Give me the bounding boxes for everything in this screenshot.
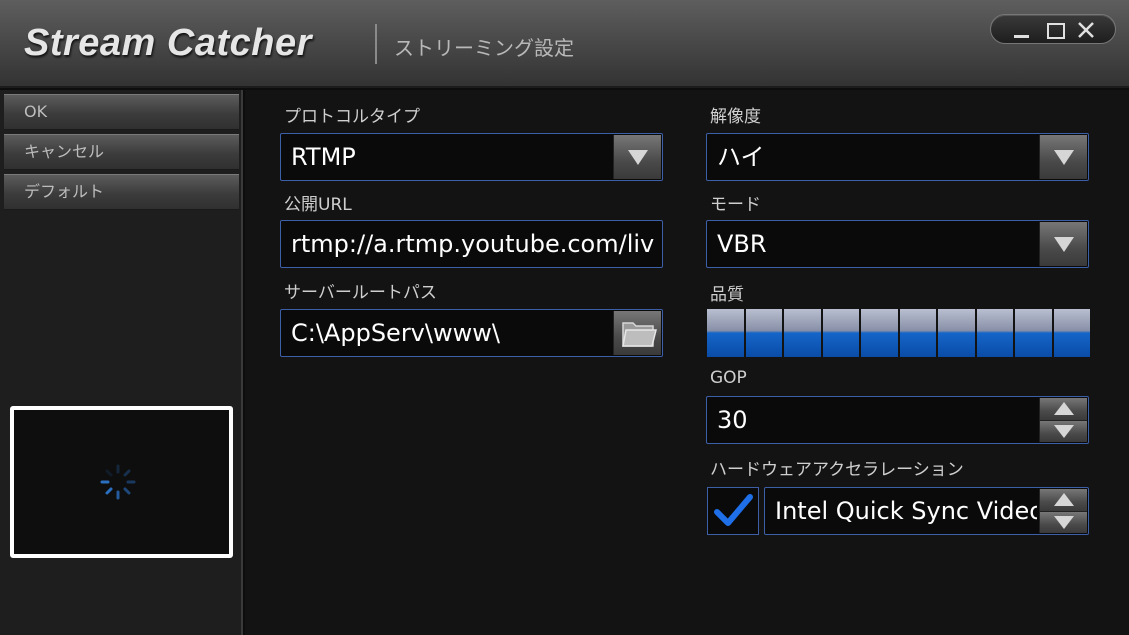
window-controls [990, 14, 1116, 44]
mode-value: VBR [717, 230, 767, 258]
sidebar: OK キャンセル デフォルト [0, 90, 243, 635]
quality-segment[interactable] [784, 309, 821, 357]
server-root-input[interactable]: C:\AppServ\www\ [280, 309, 663, 357]
public-url-label: 公開URL [284, 195, 352, 215]
checkmark-icon [714, 494, 753, 526]
chevron-down-icon[interactable] [613, 135, 661, 179]
resolution-select[interactable]: ハイ [706, 133, 1089, 181]
mode-label: モード [710, 195, 761, 215]
server-root-label: サーバールートパス [284, 283, 437, 303]
protocol-value: RTMP [291, 143, 356, 171]
window-subtitle: ストリーミング設定 [394, 36, 574, 60]
resolution-value: ハイ [717, 143, 765, 171]
quality-segment[interactable] [745, 309, 782, 357]
loading-spinner-icon [100, 464, 136, 500]
hw-accel-prev-button[interactable] [1039, 489, 1087, 511]
default-button[interactable]: デフォルト [4, 174, 239, 210]
quality-segment[interactable] [938, 309, 975, 357]
gop-value: 30 [717, 406, 748, 434]
hw-accel-value: Intel Quick Sync Video [775, 497, 1037, 525]
hw-accel-label: ハードウェアアクセラレーション [710, 460, 964, 480]
chevron-down-icon[interactable] [1039, 222, 1087, 266]
mode-select[interactable]: VBR [706, 220, 1089, 268]
gop-decrement-button[interactable] [1039, 420, 1087, 442]
settings-form: プロトコルタイプ RTMP 公開URL rtmp://a.rtmp.youtub… [245, 90, 1129, 635]
quality-segment[interactable] [861, 309, 898, 357]
quality-segment[interactable] [899, 309, 936, 357]
quality-label: 品質 [710, 285, 744, 305]
maximize-button[interactable] [1041, 18, 1067, 42]
public-url-value: rtmp://a.rtmp.youtube.com/liv [291, 230, 655, 258]
preview-panel [10, 406, 233, 558]
quality-segment[interactable] [1053, 309, 1090, 357]
quality-segment[interactable] [822, 309, 859, 357]
title-bar: Stream Catcher ストリーミング設定 [0, 0, 1129, 88]
quality-segment[interactable] [707, 309, 744, 357]
minimize-button[interactable] [1008, 18, 1034, 42]
quality-slider[interactable] [707, 309, 1090, 357]
close-icon [1078, 22, 1094, 38]
cancel-button[interactable]: キャンセル [4, 134, 239, 170]
public-url-input[interactable]: rtmp://a.rtmp.youtube.com/liv [280, 220, 663, 268]
quality-segment[interactable] [1015, 309, 1052, 357]
folder-icon [622, 322, 657, 347]
quality-segment[interactable] [976, 309, 1013, 357]
hw-accel-next-button[interactable] [1039, 511, 1087, 533]
hw-accel-select[interactable]: Intel Quick Sync Video [764, 487, 1089, 535]
resolution-label: 解像度 [710, 107, 761, 127]
chevron-down-icon[interactable] [1039, 135, 1087, 179]
title-separator [375, 24, 377, 64]
ok-button[interactable]: OK [4, 94, 239, 130]
server-root-value: C:\AppServ\www\ [291, 319, 500, 347]
protocol-select[interactable]: RTMP [280, 133, 663, 181]
gop-stepper[interactable]: 30 [706, 396, 1089, 444]
browse-folder-button[interactable] [613, 311, 661, 355]
gop-label: GOP [710, 368, 747, 388]
close-button[interactable] [1073, 18, 1099, 42]
protocol-label: プロトコルタイプ [284, 107, 420, 127]
hw-accel-checkbox[interactable] [707, 487, 759, 535]
app-title: Stream Catcher [24, 22, 312, 64]
gop-increment-button[interactable] [1039, 398, 1087, 420]
